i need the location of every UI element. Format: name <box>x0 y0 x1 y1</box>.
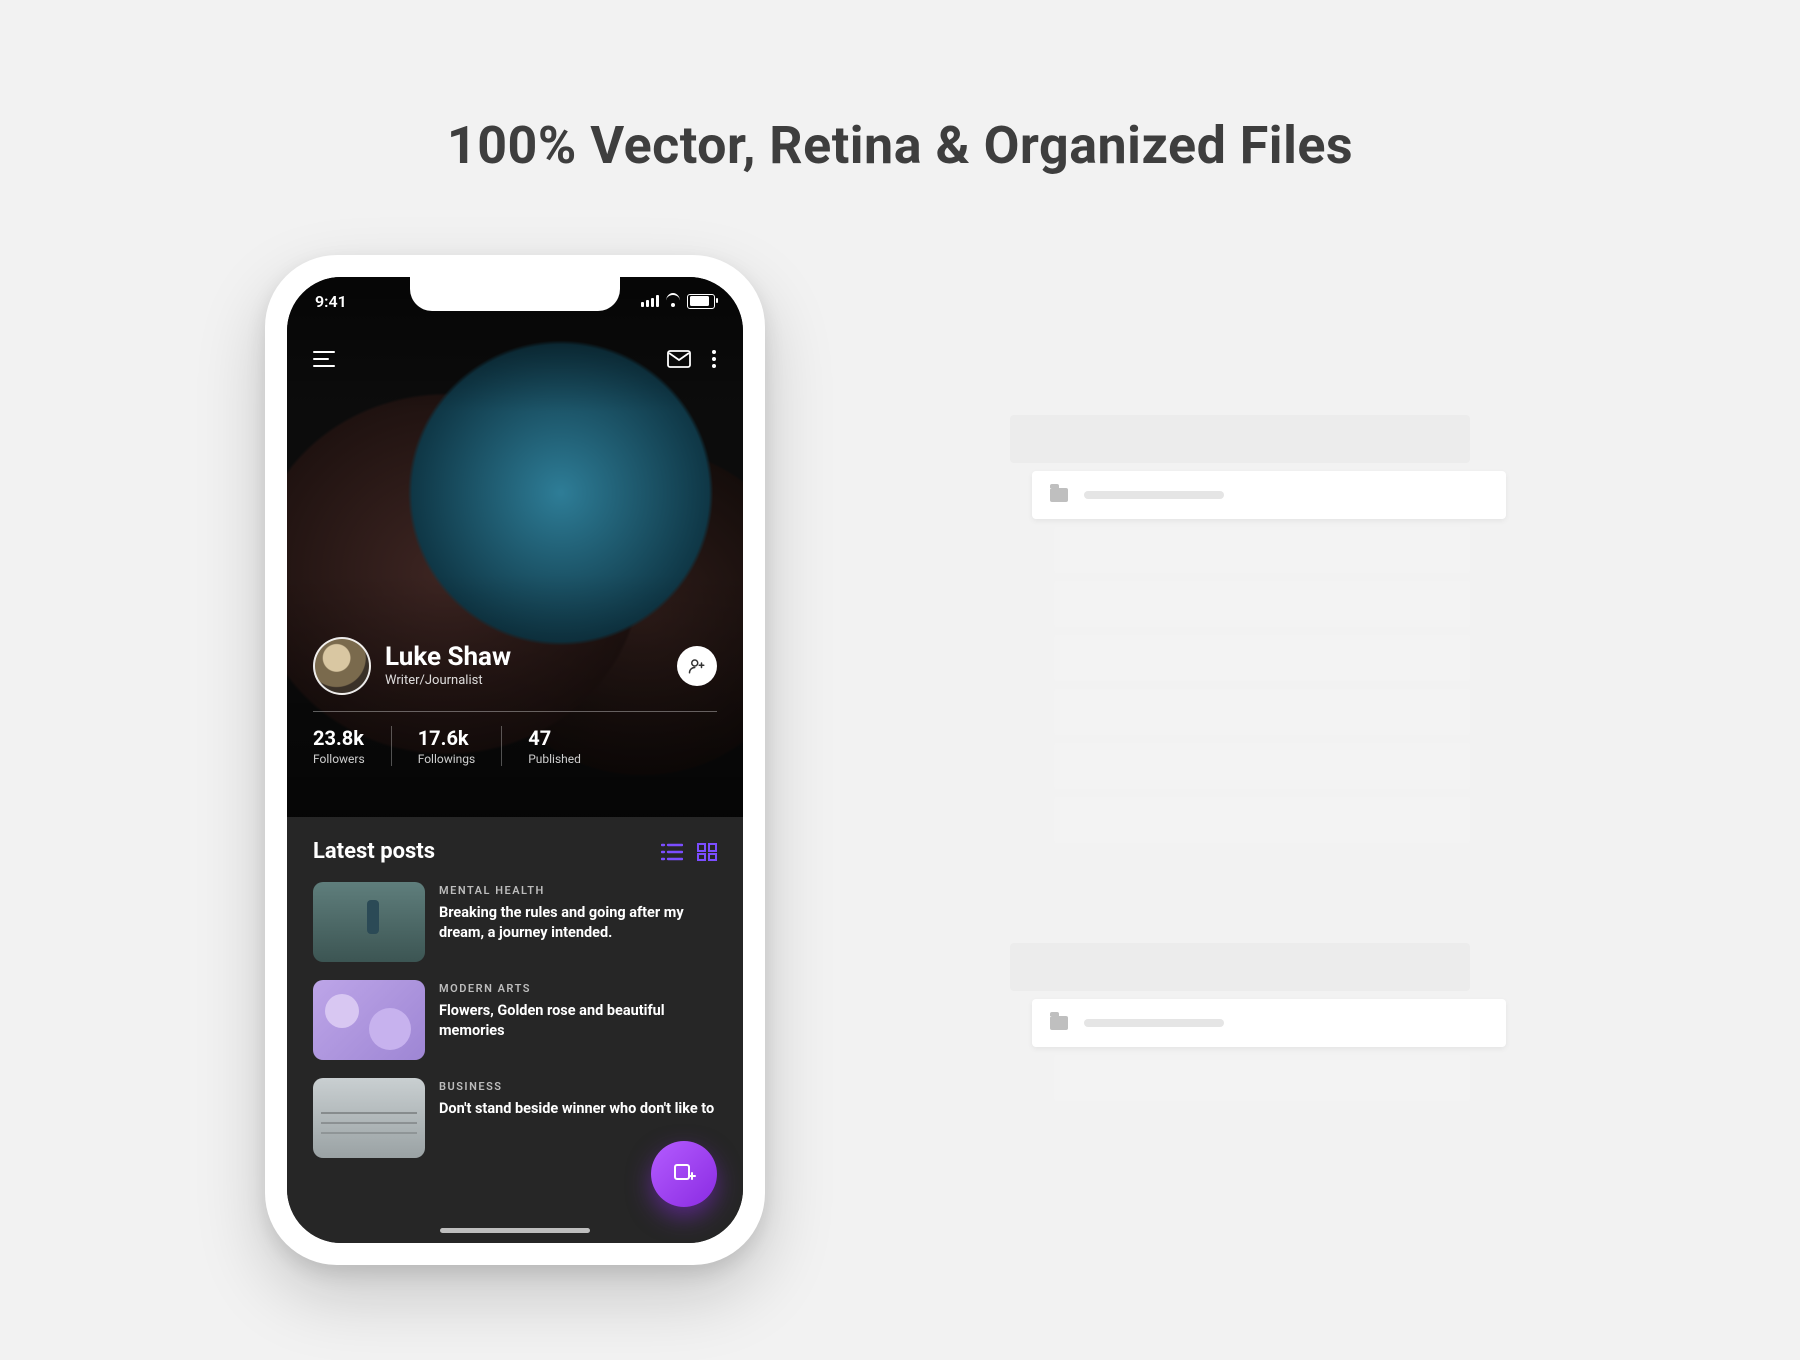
stat-label: Followings <box>418 752 476 766</box>
post-title: Flowers, Golden rose and beautiful memor… <box>439 1001 717 1040</box>
layer-folder-row[interactable] <box>1032 999 1506 1047</box>
layer-row[interactable] <box>1054 743 1470 789</box>
battery-icon <box>687 294 715 309</box>
profile-block: Luke Shaw Writer/Journalist 23.8k Follow… <box>287 637 743 766</box>
layer-row[interactable] <box>1054 635 1470 681</box>
post-thumbnail <box>313 1078 425 1158</box>
post-title: Breaking the rules and going after my dr… <box>439 903 717 942</box>
status-time: 9:41 <box>315 292 347 311</box>
profile-stats: 23.8k Followers 17.6k Followings 47 Publ… <box>313 726 717 766</box>
latest-posts-section: Latest posts MENTAL HEALTH Brea <box>287 817 743 1243</box>
stat-value: 23.8k <box>313 726 365 750</box>
grid-view-icon[interactable] <box>697 843 717 861</box>
phone-notch <box>410 277 620 311</box>
layer-folder-row[interactable] <box>1032 471 1506 519</box>
compose-fab[interactable] <box>651 1141 717 1207</box>
stat-label: Followers <box>313 752 365 766</box>
mail-icon[interactable] <box>667 350 691 368</box>
stat-value: 17.6k <box>418 726 476 750</box>
layers-panel <box>1010 415 1470 1201</box>
layer-name-placeholder <box>1084 491 1224 499</box>
profile-divider <box>313 711 717 712</box>
post-category: MODERN ARTS <box>439 982 717 995</box>
status-icons <box>641 294 715 309</box>
folder-icon <box>1050 1016 1068 1030</box>
add-user-button[interactable] <box>677 646 717 686</box>
stat-published[interactable]: 47 Published <box>528 726 581 766</box>
post-title: Don't stand beside winner who don't like… <box>439 1099 714 1119</box>
post-thumbnail <box>313 980 425 1060</box>
layer-row <box>1010 943 1470 991</box>
menu-icon[interactable] <box>313 351 335 367</box>
layer-name-placeholder <box>1084 1019 1224 1027</box>
layer-group <box>1010 943 1470 1101</box>
phone-mockup: 9:41 <box>265 255 765 1265</box>
layer-row[interactable] <box>1054 797 1470 843</box>
profile-name: Luke Shaw <box>385 644 511 671</box>
page-headline: 100% Vector, Retina & Organized Files <box>0 115 1800 176</box>
post-item[interactable]: MENTAL HEALTH Breaking the rules and goi… <box>313 882 717 962</box>
post-item[interactable]: BUSINESS Don't stand beside winner who d… <box>313 1078 717 1158</box>
layer-row <box>1010 415 1470 463</box>
compose-icon <box>672 1162 696 1186</box>
latest-posts-heading: Latest posts <box>313 839 435 864</box>
layer-group <box>1010 415 1470 843</box>
home-indicator[interactable] <box>440 1228 590 1233</box>
stat-value: 47 <box>528 726 581 750</box>
stat-label: Published <box>528 752 581 766</box>
more-vertical-icon[interactable] <box>711 349 717 369</box>
post-thumbnail <box>313 882 425 962</box>
layer-row[interactable] <box>1054 527 1470 573</box>
profile-role: Writer/Journalist <box>385 673 511 688</box>
folder-icon <box>1050 488 1068 502</box>
phone-screen: 9:41 <box>287 277 743 1243</box>
layer-row[interactable] <box>1054 689 1470 735</box>
wifi-icon <box>665 295 681 307</box>
user-plus-icon <box>688 657 706 675</box>
nav-bar <box>287 337 743 381</box>
layer-row[interactable] <box>1054 1055 1470 1101</box>
layer-row[interactable] <box>1054 581 1470 627</box>
signal-icon <box>641 295 659 307</box>
post-category: MENTAL HEALTH <box>439 884 717 897</box>
post-category: BUSINESS <box>439 1080 714 1093</box>
stat-followers[interactable]: 23.8k Followers <box>313 726 392 766</box>
avatar[interactable] <box>313 637 371 695</box>
post-item[interactable]: MODERN ARTS Flowers, Golden rose and bea… <box>313 980 717 1060</box>
stat-followings[interactable]: 17.6k Followings <box>418 726 503 766</box>
list-view-icon[interactable] <box>661 843 683 861</box>
